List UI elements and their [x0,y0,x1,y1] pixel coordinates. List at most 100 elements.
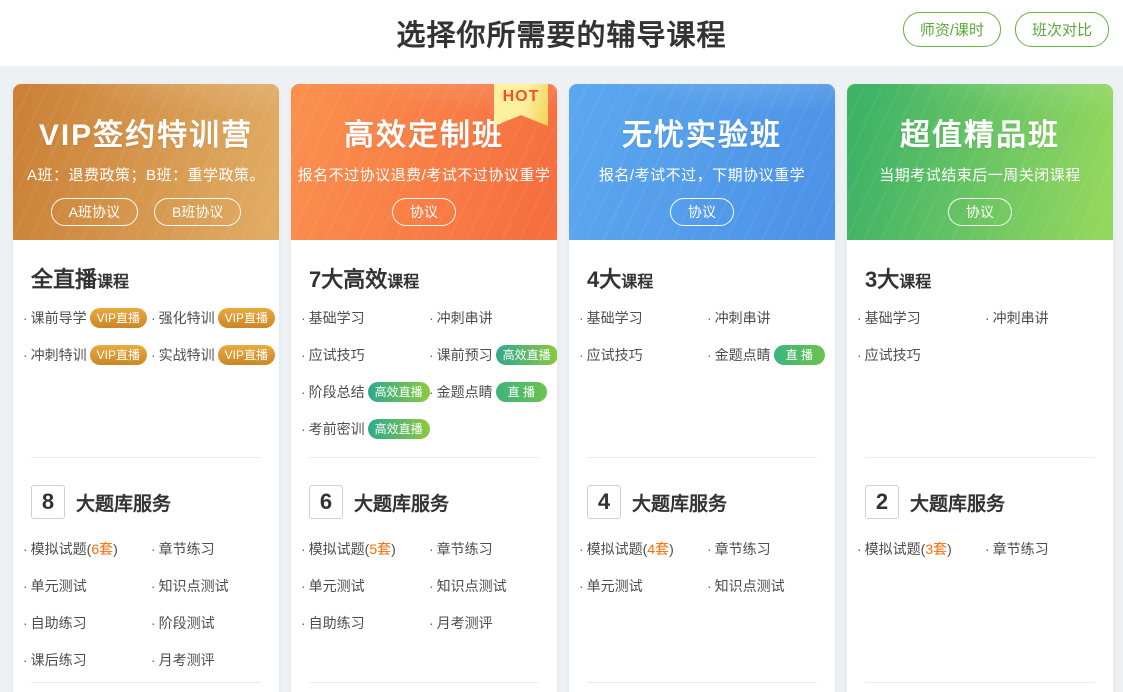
card-header-gaoxiao: HOT 高效定制班 报名不过协议退费/考试不过协议重学 协议 [291,84,557,240]
paper-count: 4套 [647,541,669,557]
qbank-list: ·模拟试题(6套) ·章节练习 ·单元测试 ·知识点测试 ·自助练习 ·阶段测试… [23,529,273,679]
vip-live-badge: VIP直播 [218,345,275,365]
agreement-buttons: A班协议 B班协议 [13,198,279,226]
vip-live-badge: VIP直播 [218,308,275,328]
course-item: ·金题点睛直 播 [429,374,557,411]
courses-section-title: 7大高效课程 [301,240,551,298]
question-bank-section: 4 大题库服务 ·模拟试题(4套) ·章节练习 ·单元测试 ·知识点测试 [569,458,835,682]
paper-count: 3套 [925,541,947,557]
bullet: · [707,578,712,594]
live-badge: 直 播 [774,345,825,365]
course-card-gaoxiao: HOT 高效定制班 报名不过协议退费/考试不过协议重学 协议 7大高效课程 ·基… [291,84,557,692]
course-item: ·基础学习 [857,300,985,337]
bullet: · [23,541,28,557]
qbank-item: ·章节练习 [707,531,829,568]
card-header-wuyou: 无忧实验班 报名/考试不过，下期协议重学 协议 [569,84,835,240]
bullet: · [23,578,28,594]
card-subtitle: A班：退费政策；B班：重学政策。 [13,164,279,185]
page-header: 选择你所需要的辅导课程 师资/课时 班次对比 [0,0,1123,66]
agreement-button[interactable]: 协议 [392,198,456,226]
qbank-item: ·阶段测试 [151,605,273,642]
courses-list: ·基础学习 ·冲刺串讲 ·应试技巧 [857,298,1107,374]
class-compare-button[interactable]: 班次对比 [1015,12,1109,47]
course-item: ·课前预习高效直播 [429,337,557,374]
card-title: 无忧实验班 [569,84,835,154]
qbank-item: ·知识点测试 [429,568,551,605]
bullet: · [151,347,156,363]
bullet: · [429,310,434,326]
section-divider [587,682,817,683]
section-divider [31,682,261,683]
course-item: ·应试技巧 [857,337,985,374]
card-title: 超值精品班 [847,84,1113,154]
bullet: · [429,347,434,363]
courses-list: ·基础学习 ·冲刺串讲 ·应试技巧 ·课前预习高效直播 ·阶段总结高效直播 ·金… [301,298,551,448]
question-bank-section: 2 大题库服务 ·模拟试题(3套) ·章节练习 [847,458,1113,682]
vip-live-badge: VIP直播 [90,308,147,328]
courses-title-small: 课程 [621,274,653,291]
header-actions: 师资/课时 班次对比 [903,12,1109,47]
question-bank-header: 6 大题库服务 [301,458,551,529]
card-title: VIP签约特训营 [13,84,279,154]
bullet: · [23,310,28,326]
agreement-a-button[interactable]: A班协议 [51,198,138,226]
question-bank-header: 2 大题库服务 [857,458,1107,529]
section-divider [865,682,1095,683]
course-item: ·应试技巧 [579,337,707,374]
qbank-item: ·单元测试 [579,568,707,605]
agreement-button[interactable]: 协议 [670,198,734,226]
qbank-count-box: 2 [865,485,899,519]
question-bank-header: 8 大题库服务 [23,458,273,529]
bullet: · [23,615,28,631]
question-bank-header: 4 大题库服务 [579,458,829,529]
bullet: · [579,578,584,594]
courses-section-title: 3大课程 [857,240,1107,298]
qbank-item: ·课后练习 [23,642,151,679]
efficient-live-badge: 高效直播 [496,345,557,365]
bullet: · [429,541,434,557]
bullet: · [429,578,434,594]
courses-title-big: 4大 [587,267,621,292]
qbank-list: ·模拟试题(3套) ·章节练习 [857,529,1107,568]
card-subtitle: 报名/考试不过，下期协议重学 [569,164,835,185]
course-item: ·基础学习 [301,300,429,337]
bullet: · [707,310,712,326]
courses-title-big: 7大高效 [309,267,387,292]
agreement-button[interactable]: 协议 [948,198,1012,226]
bullet: · [301,578,306,594]
qbank-title: 大题库服务 [76,489,171,516]
qbank-item: ·自助练习 [23,605,151,642]
question-bank-section: 6 大题库服务 ·模拟试题(5套) ·章节练习 ·单元测试 ·知识点测试 ·自助… [291,458,557,682]
efficient-live-badge: 高效直播 [368,382,430,402]
agreement-buttons: 协议 [847,198,1113,226]
bullet: · [579,541,584,557]
bullet: · [985,310,990,326]
courses-section-title: 全直播课程 [23,240,273,298]
courses-title-small: 课程 [387,274,419,291]
qbank-count-box: 4 [587,485,621,519]
qbank-item: ·单元测试 [301,568,429,605]
bullet: · [23,347,28,363]
courses-section: 3大课程 ·基础学习 ·冲刺串讲 ·应试技巧 [847,240,1113,457]
course-item: ·强化特训VIP直播 [151,300,275,337]
card-subtitle: 当期考试结束后一周关闭课程 [847,164,1113,185]
vip-live-badge: VIP直播 [90,345,147,365]
bullet: · [151,652,156,668]
course-card-chaozhi: 超值精品班 当期考试结束后一周关闭课程 协议 3大课程 ·基础学习 ·冲刺串讲 … [847,84,1113,692]
bullet: · [301,541,306,557]
bullet: · [857,310,862,326]
teachers-hours-button[interactable]: 师资/课时 [903,12,1001,47]
bullet: · [707,541,712,557]
bullet: · [857,541,862,557]
courses-list: ·课前导学VIP直播 ·强化特训VIP直播 ·冲刺特训VIP直播 ·实战特训VI… [23,298,273,374]
bullet: · [579,347,584,363]
course-item: ·金题点睛直 播 [707,337,829,374]
course-card-wuyou: 无忧实验班 报名/考试不过，下期协议重学 协议 4大课程 ·基础学习 ·冲刺串讲… [569,84,835,692]
course-item: ·基础学习 [579,300,707,337]
courses-section: 全直播课程 ·课前导学VIP直播 ·强化特训VIP直播 ·冲刺特训VIP直播 ·… [13,240,279,457]
qbank-count-box: 6 [309,485,343,519]
question-bank-section: 8 大题库服务 ·模拟试题(6套) ·章节练习 ·单元测试 ·知识点测试 ·自助… [13,458,279,682]
qbank-item: ·模拟试题(6套) [23,531,151,568]
agreement-b-button[interactable]: B班协议 [154,198,241,226]
card-subtitle: 报名不过协议退费/考试不过协议重学 [291,164,557,185]
